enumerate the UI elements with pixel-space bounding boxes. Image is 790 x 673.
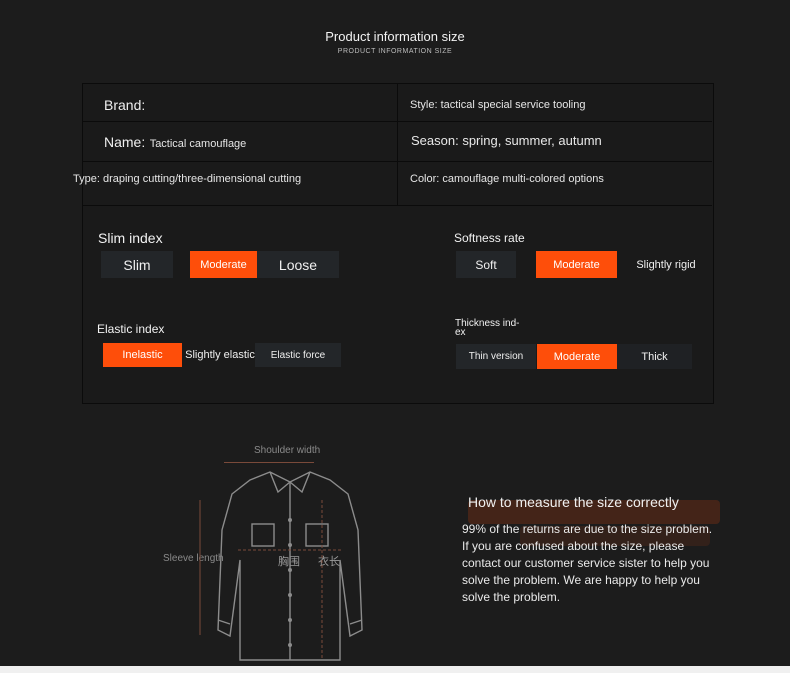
thickness-option-thin: Thin version: [456, 344, 536, 369]
slim-option-slim: Slim: [101, 251, 173, 278]
season-text: Season: spring, summer, autumn: [411, 133, 602, 148]
page-title: Product information size: [325, 29, 465, 44]
elastic-index-title: Elastic index: [97, 322, 165, 336]
slim-option-loose: Loose: [257, 251, 339, 278]
softness-option-soft: Soft: [456, 251, 516, 278]
style-text: Style: tactical special service tooling: [410, 99, 586, 111]
softness-index-title: Softness rate: [454, 231, 525, 245]
type-text: Type: draping cutting/three-dimensional …: [73, 173, 302, 185]
shoulder-width-label: Shoulder width: [254, 445, 321, 456]
page-subtitle: PRODUCT INFORMATION SIZE: [337, 48, 453, 55]
how-to-text: 99% of the returns are due to the size p…: [462, 522, 713, 604]
thickness-option-thick: Thick: [617, 344, 692, 369]
name-cell: Name: Tactical camouflage: [104, 134, 246, 152]
thickness-option-moderate: Moderate: [537, 344, 617, 369]
shirt-diagram: [199, 471, 363, 661]
bottom-strip: [0, 666, 790, 673]
slim-option-moderate: Moderate: [190, 251, 257, 278]
elastic-option-force: Elastic force: [255, 343, 341, 367]
how-to-title: How to measure the size correctly: [468, 494, 679, 510]
elastic-option-slightly: Slightly elastic: [185, 349, 255, 361]
thickness-index-title: Thickness ind- ex: [455, 318, 520, 338]
brand-label: Brand:: [104, 97, 146, 113]
softness-option-moderate: Moderate: [536, 251, 617, 278]
softness-option-rigid: Slightly rigid: [636, 258, 696, 271]
elastic-option-inelastic: Inelastic: [103, 343, 182, 367]
color-text: Color: camouflage multi-colored options: [410, 173, 604, 185]
name-label: Name:: [104, 134, 146, 150]
name-value: Tactical camouflage: [149, 138, 247, 150]
thickness-index-title-text: Thickness ind- ex: [455, 318, 520, 338]
info-divider: [397, 83, 398, 205]
slim-index-title: Slim index: [98, 230, 163, 246]
